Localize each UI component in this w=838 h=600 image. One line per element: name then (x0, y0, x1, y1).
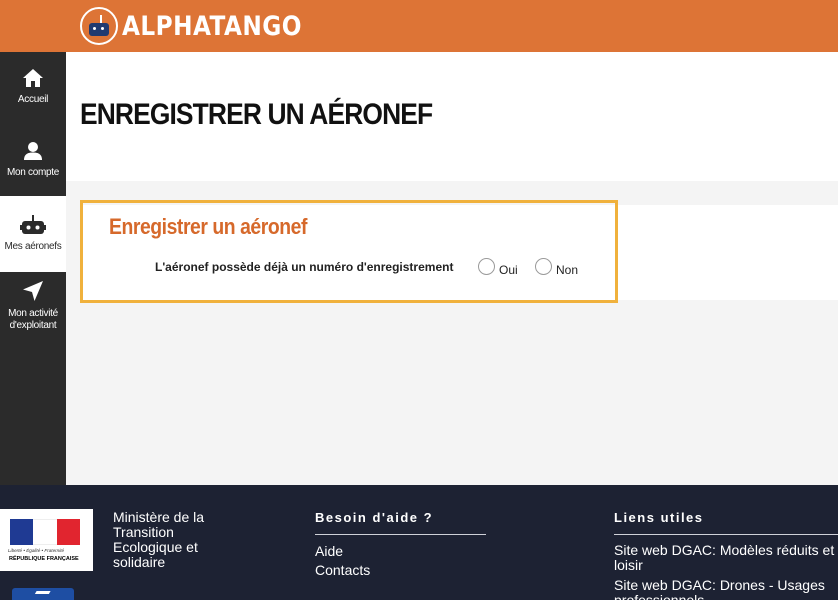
dgac-logo-icon (12, 588, 74, 600)
sidebar-item-label: Mon compte (6, 167, 60, 178)
sidebar-item-label: Accueil (17, 94, 49, 105)
sidebar-item-accueil[interactable]: Accueil (0, 68, 66, 106)
useful-links-divider (614, 534, 838, 535)
help-heading: Besoin d'aide ? (315, 510, 434, 525)
sidebar-item-label: Mes aéronefs (4, 241, 62, 252)
sidebar-item-mes-aeronefs[interactable]: Mes aéronefs (0, 196, 66, 272)
republic-motto: Liberté • Égalité • Fraternité (8, 548, 65, 553)
sidebar-item-mon-activite[interactable]: Mon activité d'exploitant (0, 280, 66, 332)
republique-francaise-logo: Liberté • Égalité • Fraternité RÉPUBLIQU… (0, 509, 93, 571)
home-icon (23, 69, 43, 87)
drone-logo-icon (80, 7, 118, 45)
form-title: Enregistrer un aéronef (109, 214, 307, 239)
alphatango-logo[interactable]: ALPHATANGO (80, 4, 331, 48)
sidebar-item-label: Mon activité d'exploitant (8, 308, 58, 331)
radio-label-oui: Oui (499, 262, 518, 277)
radio-label-non: Non (556, 262, 579, 277)
useful-link-drones-professionnels[interactable]: Site web DGAC: Drones - Usages professio… (614, 578, 838, 600)
radio-circle[interactable] (535, 258, 552, 275)
useful-link-modeles-reduits[interactable]: Site web DGAC: Modèles réduits et loisir (614, 543, 838, 573)
sidebar-item-mon-compte[interactable]: Mon compte (0, 141, 66, 179)
brand-name: ALPHATANGO (122, 10, 302, 42)
drone-icon (20, 215, 46, 234)
page-title: ENREGISTRER UN AÉRONEF (80, 98, 433, 131)
help-divider (315, 534, 486, 535)
registration-question-label: L'aéronef possède déjà un numéro d'enreg… (155, 260, 454, 274)
help-link-aide[interactable]: Aide (315, 543, 343, 559)
user-icon (24, 142, 42, 160)
useful-links-heading: Liens utiles (614, 510, 704, 525)
help-link-contacts[interactable]: Contacts (315, 562, 370, 578)
radio-oui[interactable]: Oui (478, 258, 518, 277)
ministry-name: Ministère de la Transition Ecologique et… (113, 509, 205, 570)
radio-non[interactable]: Non (535, 258, 579, 277)
top-header: ALPHATANGO (0, 0, 838, 52)
french-flag-icon (10, 519, 80, 545)
radio-circle[interactable] (478, 258, 495, 275)
sidebar: Accueil Mon compte Mes aéronefs Mon acti… (0, 52, 66, 485)
republic-name: RÉPUBLIQUE FRANÇAISE (9, 556, 79, 562)
navigation-arrow-icon (23, 281, 43, 301)
